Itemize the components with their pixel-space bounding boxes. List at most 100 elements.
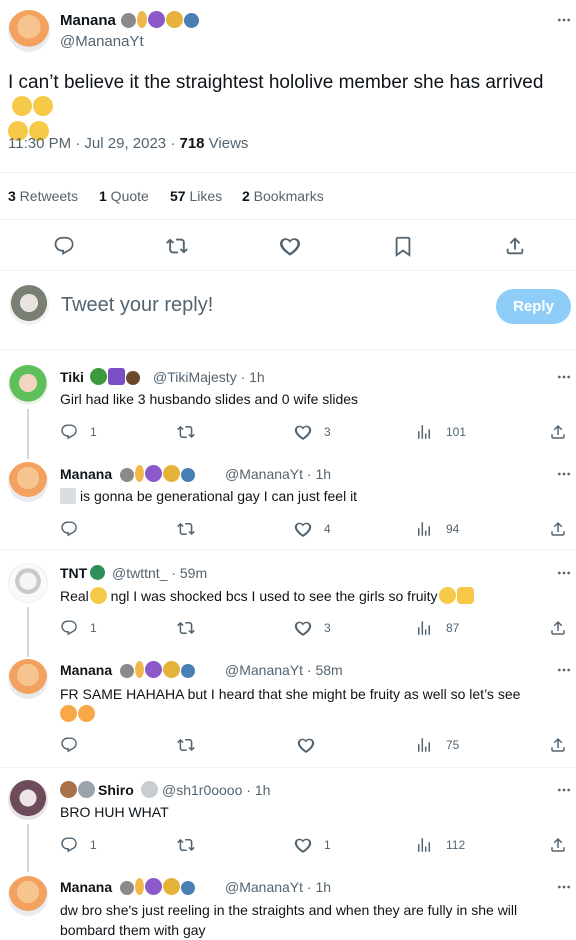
bookmarks-stat[interactable]: 2 Bookmarks — [242, 188, 324, 204]
reply-count: 1 — [90, 425, 97, 439]
reply-author-handle[interactable]: @MananaYt · 58m — [225, 662, 343, 678]
author-name[interactable]: Manana — [60, 12, 116, 29]
reply-icon[interactable] — [60, 619, 78, 637]
views-icon[interactable] — [415, 736, 433, 754]
retweet-icon[interactable] — [177, 736, 195, 754]
retweet-icon[interactable] — [177, 423, 195, 441]
reply-text-content-2: ngl I was shocked bcs I used to see the … — [106, 588, 438, 604]
reply-input[interactable]: Tweet your reply! — [61, 294, 213, 317]
more-icon[interactable] — [556, 565, 572, 581]
reply-text: BRO HUH WHAT — [60, 804, 169, 820]
name-emojis — [140, 781, 158, 800]
views-icon[interactable] — [415, 619, 433, 637]
retweet-icon[interactable] — [166, 235, 188, 257]
reply-text: Real ngl I was shocked bcs I used to see… — [60, 587, 474, 604]
retweet-icon[interactable] — [177, 619, 195, 637]
reply-icon[interactable] — [60, 836, 78, 854]
name-emojis — [89, 368, 140, 387]
heart-icon[interactable] — [294, 836, 312, 854]
reply-text: is gonna be generational gay I can just … — [60, 488, 357, 504]
avatar[interactable] — [8, 876, 48, 916]
author-handle[interactable]: @MananaYt — [60, 33, 144, 50]
reply-author-handle[interactable]: @sh1r0oooo · 1h — [162, 782, 270, 798]
reply-author-name[interactable]: Manana — [60, 879, 112, 895]
bookmark-icon[interactable] — [392, 235, 414, 257]
tweet-text-content: I can’t believe it the straightest holol… — [8, 72, 544, 93]
like-count: 3 — [324, 621, 331, 635]
share-icon[interactable] — [549, 520, 567, 538]
reply-button[interactable]: Reply — [496, 289, 571, 324]
name-emojis — [120, 11, 199, 30]
bookmarks-count: 2 — [242, 188, 250, 204]
views-icon[interactable] — [415, 836, 433, 854]
more-icon[interactable] — [556, 782, 572, 798]
views-label: Views — [204, 135, 249, 152]
reply-count: 1 — [90, 621, 97, 635]
quotes-stat[interactable]: 1 Quote — [99, 188, 149, 204]
view-count: 101 — [446, 425, 467, 439]
retweets-stat[interactable]: 3 Retweets — [8, 188, 78, 204]
wave-emoji — [456, 587, 474, 604]
view-count: 87 — [446, 621, 460, 635]
name-emojis — [119, 878, 195, 897]
retweet-icon[interactable] — [177, 520, 195, 538]
heart-icon[interactable] — [294, 423, 312, 441]
share-icon[interactable] — [549, 619, 567, 637]
reply-author-name[interactable]: Manana — [60, 662, 112, 678]
quotes-label: Quote — [106, 188, 149, 204]
quotes-count: 1 — [99, 188, 107, 204]
heart-icon[interactable] — [294, 520, 312, 538]
reply-author-name[interactable]: Shiro — [98, 782, 134, 798]
more-icon[interactable] — [556, 879, 572, 895]
avatar[interactable] — [8, 365, 48, 405]
my-avatar — [9, 285, 49, 325]
reply-icon[interactable] — [53, 235, 75, 257]
avatar[interactable] — [8, 780, 48, 820]
more-icon[interactable] — [556, 466, 572, 482]
share-icon[interactable] — [549, 836, 567, 854]
reply-icon[interactable] — [60, 736, 78, 754]
views-count: 718 — [179, 135, 205, 152]
likes-stat[interactable]: 57 Likes — [170, 188, 222, 204]
crying-emoji — [12, 96, 32, 116]
reply-author-name[interactable]: Tiki — [60, 369, 84, 385]
avatar[interactable] — [8, 462, 48, 502]
reply-icon[interactable] — [60, 423, 78, 441]
reply-text: FR SAME HAHAHA but I heard that she migh… — [60, 684, 570, 724]
avatar[interactable] — [8, 10, 50, 52]
tweet-text: I can’t believe it the straightest holol… — [8, 70, 568, 145]
heart-icon[interactable] — [294, 619, 312, 637]
heart-icon[interactable] — [279, 235, 301, 257]
more-icon[interactable] — [556, 12, 572, 28]
share-icon[interactable] — [549, 736, 567, 754]
name-emojis — [119, 661, 195, 680]
views-icon[interactable] — [415, 520, 433, 538]
retweet-icon[interactable] — [177, 836, 195, 854]
reply-author-handle[interactable]: @MananaYt · 1h — [225, 879, 331, 895]
reply-author-handle[interactable]: @twttnt_ · 59m — [112, 565, 207, 581]
name-emojis — [60, 781, 95, 800]
reply-text: Girl had like 3 husbando slides and 0 wi… — [60, 391, 359, 407]
tweet-timestamp: 11:30 PM · Jul 29, 2023 · 718 Views — [8, 135, 248, 152]
share-icon[interactable] — [549, 423, 567, 441]
likes-count: 57 — [170, 188, 186, 204]
timestamp-text[interactable]: 11:30 PM · Jul 29, 2023 · — [8, 135, 179, 152]
heart-icon[interactable] — [297, 736, 315, 754]
avatar[interactable] — [8, 563, 48, 603]
share-icon[interactable] — [504, 235, 526, 257]
bookmarks-label: Bookmarks — [249, 188, 324, 204]
reply-author-name[interactable]: Manana — [60, 466, 112, 482]
avatar[interactable] — [8, 659, 48, 699]
reply-icon[interactable] — [60, 520, 78, 538]
name-emojis — [119, 465, 195, 484]
more-icon[interactable] — [556, 369, 572, 385]
views-icon[interactable] — [415, 423, 433, 441]
more-icon[interactable] — [556, 662, 572, 678]
reply-author-name[interactable]: TNT — [60, 565, 87, 581]
reply-author-handle[interactable]: @MananaYt · 1h — [225, 466, 331, 482]
likes-label: Likes — [185, 188, 223, 204]
like-count: 3 — [324, 425, 331, 439]
reply-author-handle[interactable]: @TikiMajesty · 1h — [153, 369, 265, 385]
view-count: 94 — [446, 522, 460, 536]
angry-emoji — [78, 705, 95, 722]
